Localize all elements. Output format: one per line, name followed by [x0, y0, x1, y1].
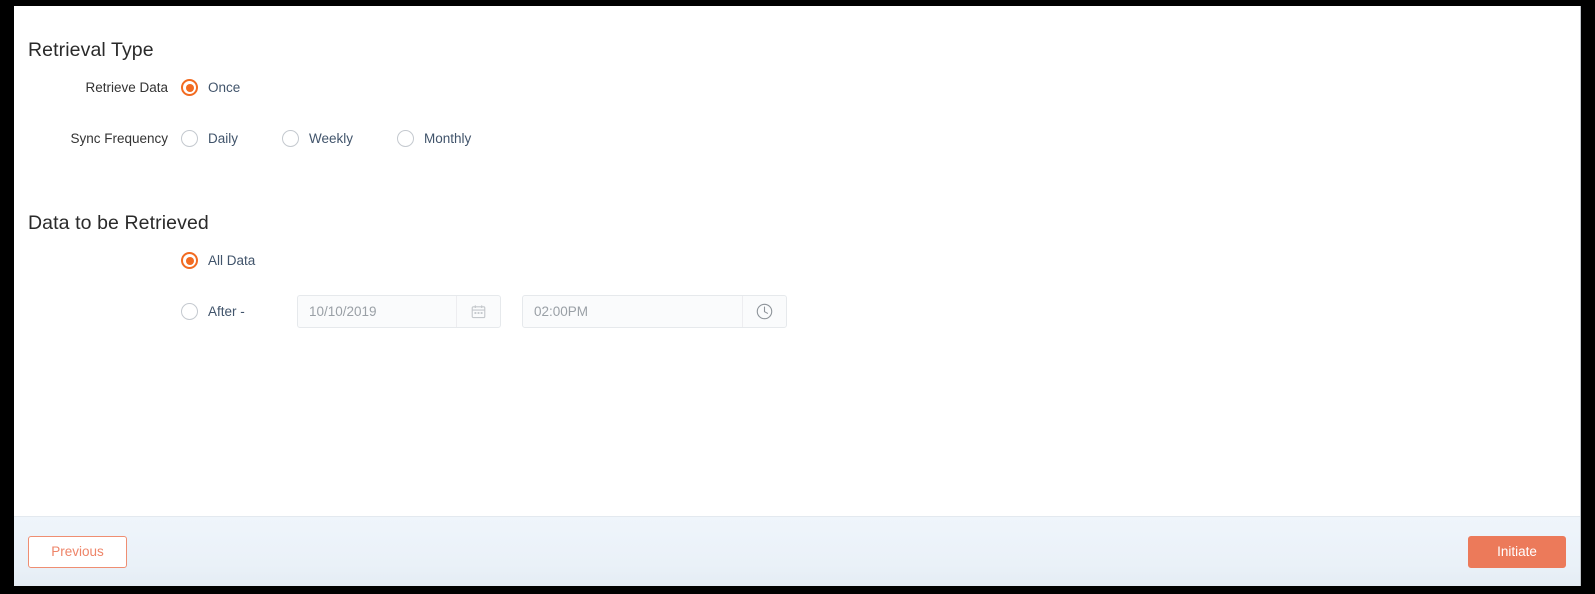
- all-data-row: All Data: [14, 252, 255, 269]
- radio-after[interactable]: [181, 303, 198, 320]
- retrieve-data-row: Retrieve Data Once: [14, 79, 240, 96]
- radio-once-label: Once: [208, 80, 241, 95]
- retrieve-data-label: Retrieve Data: [85, 80, 168, 95]
- radio-monthly-label: Monthly: [424, 131, 472, 146]
- after-date-row: After -: [14, 295, 787, 328]
- radio-weekly[interactable]: [282, 130, 300, 147]
- after-date-input[interactable]: [298, 296, 456, 327]
- screen-frame: Retrieval Type Retrieve Data Once Sync F…: [0, 0, 1595, 594]
- radio-after-label: After -: [208, 304, 245, 319]
- radio-weekly-label: Weekly: [309, 131, 354, 146]
- previous-button[interactable]: Previous: [28, 535, 127, 568]
- radio-option-weekly[interactable]: Weekly: [282, 130, 353, 147]
- retrieval-settings-panel: Retrieval Type Retrieve Data Once Sync F…: [14, 6, 1581, 586]
- radio-option-after[interactable]: After -: [181, 303, 266, 320]
- calendar-icon[interactable]: [456, 296, 500, 327]
- radio-option-monthly[interactable]: Monthly: [397, 130, 471, 147]
- radio-option-once[interactable]: Once: [181, 79, 240, 96]
- sync-frequency-label: Sync Frequency: [70, 131, 168, 146]
- radio-monthly[interactable]: [397, 130, 415, 147]
- sync-frequency-row: Sync Frequency Daily Weekly Monthly: [14, 130, 471, 147]
- data-to-be-retrieved-heading: Data to be Retrieved: [28, 212, 209, 234]
- after-time-input[interactable]: [523, 296, 742, 327]
- radio-daily[interactable]: [181, 130, 198, 147]
- radio-option-all-data[interactable]: All Data: [181, 252, 255, 269]
- clock-icon[interactable]: [742, 296, 786, 327]
- initiate-button[interactable]: Initiate: [1468, 535, 1566, 568]
- radio-once[interactable]: [181, 79, 198, 96]
- date-input-group[interactable]: [297, 295, 501, 328]
- radio-option-daily[interactable]: Daily: [181, 130, 238, 147]
- time-input-group[interactable]: [522, 295, 787, 328]
- form-content-area: Retrieval Type Retrieve Data Once Sync F…: [14, 6, 1580, 516]
- radio-all-data[interactable]: [181, 252, 198, 269]
- retrieval-type-heading: Retrieval Type: [28, 39, 154, 61]
- wizard-footer: Previous Initiate: [14, 516, 1580, 586]
- radio-all-data-label: All Data: [208, 253, 256, 268]
- radio-daily-label: Daily: [208, 131, 239, 146]
